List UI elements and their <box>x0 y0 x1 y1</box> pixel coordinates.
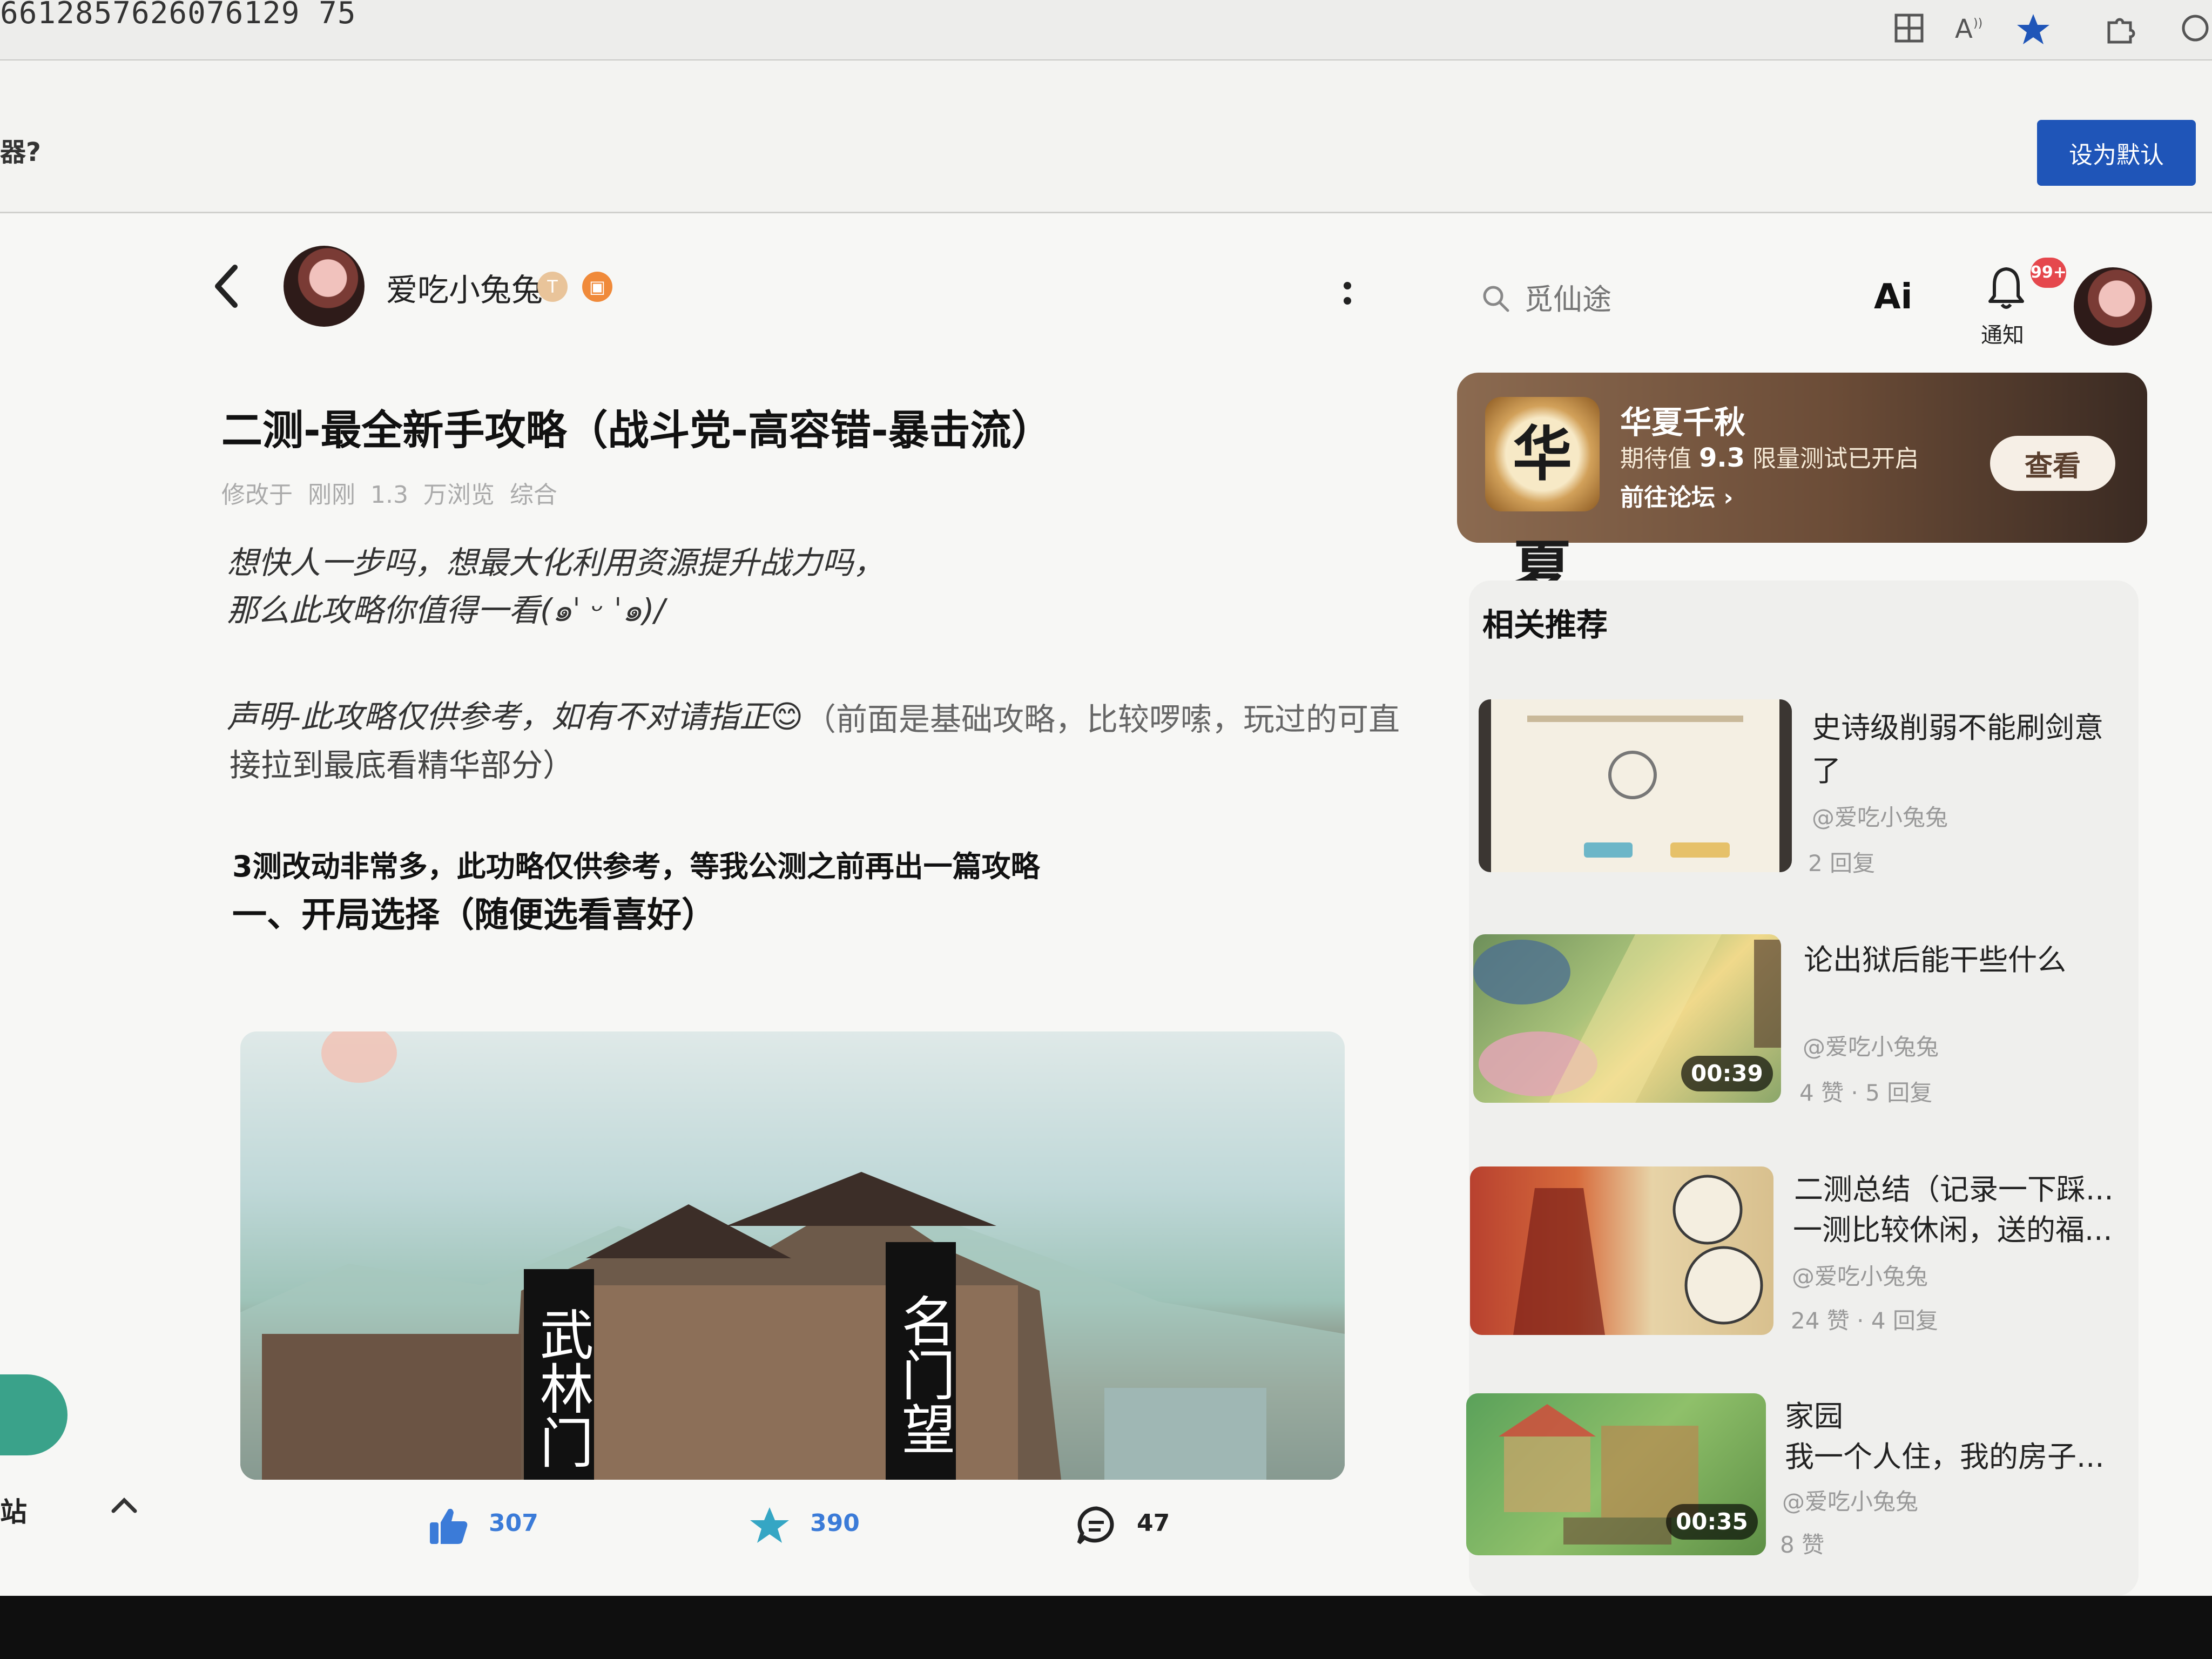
recommend-heading: 相关推荐 <box>1482 606 1608 643</box>
post-meta: 修改于 刚刚 1.3 万浏览 综合 <box>221 481 557 509</box>
floating-side-button[interactable] <box>0 1374 68 1455</box>
game-rating-label: 期待值 <box>1620 445 1691 473</box>
chevron-up-icon[interactable] <box>108 1491 140 1518</box>
side-site-label[interactable]: 站 <box>0 1491 27 1529</box>
set-default-button[interactable]: 设为默认 <box>2037 120 2196 186</box>
rec-stats: 24 赞 · 4 回复 <box>1791 1307 1938 1334</box>
game-test-status: 限量测试已开启 <box>1752 445 1919 473</box>
post-page: 爱吃小兔兔 T ▣ 二测-最全新手攻略（战斗党-高容错-暴击流） 修改于 刚刚 … <box>0 213 2212 1596</box>
rec-thumbnail[interactable]: 00:39 <box>1473 934 1781 1103</box>
statement-plain-2: 接拉到最底看精华部分） <box>230 747 575 784</box>
update-note: 3测改动非常多，此功略仅供参考，等我公测之前再出一篇攻略 <box>232 849 1040 884</box>
rec-title-line1[interactable]: 二测总结（记录一下踩... <box>1794 1169 2114 1210</box>
split-screen-icon[interactable] <box>1890 12 1928 50</box>
rec-stats: 4 赞 · 5 回复 <box>1799 1080 1933 1106</box>
address-bar[interactable]: 6612857626076129 75 A)) <box>0 0 2212 60</box>
sign-left: 武林门 <box>524 1269 594 1480</box>
rec-title-line1[interactable]: 论出狱后能干些什么 <box>1804 940 2066 981</box>
rec-author[interactable]: @爱吃小兔兔 <box>1803 1029 1939 1062</box>
default-browser-infobar: 器? 设为默认 <box>0 60 2212 213</box>
intro-line-2: 那么此攻略你值得一看(๑ˈ ᵕ ˈ๑)/ <box>227 592 665 629</box>
sign-right: 名门望 <box>886 1242 956 1480</box>
more-browser-icon[interactable] <box>2176 12 2212 50</box>
favorite-star-icon[interactable] <box>2014 12 2052 50</box>
rec-title-line1[interactable]: 家园 <box>1785 1396 1843 1437</box>
more-options-icon[interactable] <box>1339 273 1355 316</box>
game-logo[interactable]: 华夏 <box>1485 397 1600 603</box>
monitor-bezel <box>0 1596 2212 1659</box>
statement-italic: 声明-此攻略仅供参考，如有不对请指正😊 <box>227 698 804 735</box>
svg-text:A: A <box>1955 14 1973 44</box>
rec-thumbnail[interactable] <box>1479 699 1792 872</box>
rec-title-line1[interactable]: 史诗级削弱不能刷剑意 <box>1812 707 2103 748</box>
author-avatar[interactable] <box>284 246 365 327</box>
back-arrow-icon[interactable] <box>208 259 246 313</box>
comment-bubble-icon[interactable] <box>1075 1504 1118 1547</box>
read-aloud-icon[interactable]: A)) <box>1952 12 1990 50</box>
svg-text:)): )) <box>1973 17 1982 30</box>
rec-author[interactable]: @爱吃小兔兔 <box>1792 1258 1928 1291</box>
like-thumb-icon[interactable] <box>427 1504 470 1547</box>
rec-title-line2[interactable]: 了 <box>1812 751 1841 792</box>
rec-author[interactable]: @爱吃小兔兔 <box>1782 1483 1918 1516</box>
rec-title-line2[interactable]: 我一个人住，我的房子... <box>1785 1437 2105 1478</box>
level-badge-icon: T <box>537 272 568 302</box>
extensions-icon[interactable] <box>2101 12 2139 50</box>
rec-thumbnail[interactable]: 00:35 <box>1466 1393 1766 1555</box>
url-text[interactable]: 6612857626076129 75 <box>0 0 356 31</box>
infobar-question: 器? <box>0 137 41 167</box>
like-count: 307 <box>489 1509 538 1537</box>
user-avatar[interactable] <box>2074 267 2152 346</box>
search-icon[interactable] <box>1480 282 1512 315</box>
rec-stats: 2 回复 <box>1808 850 1876 876</box>
view-game-button[interactable]: 查看 <box>1990 436 2115 491</box>
favorite-star-action-icon[interactable] <box>748 1504 791 1547</box>
statement-plain: （前面是基础攻略，比较啰嗦，玩过的可直 <box>805 701 1400 738</box>
game-badge-icon: ▣ <box>582 272 612 302</box>
video-duration-badge: 00:39 <box>1681 1056 1773 1091</box>
intro-line-1: 想快人一步吗，想最大化利用资源提升战力吗， <box>227 544 885 581</box>
notification-count-badge: 99+ <box>2031 258 2067 288</box>
search-input[interactable] <box>1523 277 1849 321</box>
game-forum-link[interactable]: 前往论坛 › <box>1620 478 1733 512</box>
post-title: 二测-最全新手攻略（战斗党-高容错-暴击流） <box>221 406 1053 454</box>
section-heading-1: 一、开局选择（随便选看喜好） <box>232 895 716 935</box>
rec-author[interactable]: @爱吃小兔兔 <box>1812 799 1948 832</box>
rec-title-line2[interactable]: 一测比较休闲，送的福... <box>1793 1210 2113 1251</box>
rec-stats: 8 赞 <box>1780 1532 1825 1558</box>
favorite-count: 390 <box>810 1509 860 1537</box>
article-image[interactable]: 武林门 名门望 <box>240 1031 1345 1480</box>
author-name[interactable]: 爱吃小兔兔 <box>386 265 543 310</box>
game-rating-value: 9.3 <box>1699 443 1745 473</box>
rec-thumbnail[interactable] <box>1470 1166 1773 1335</box>
comment-count: 47 <box>1137 1509 1170 1537</box>
game-rating: 期待值 9.3 限量测试已开启 <box>1620 439 1919 474</box>
notification-bell-icon[interactable] <box>1985 265 2028 313</box>
notification-label[interactable]: 通知 <box>1981 318 2024 349</box>
video-duration-badge: 00:35 <box>1666 1504 1758 1540</box>
ai-assistant-icon[interactable]: Ai <box>1874 277 1912 317</box>
game-name[interactable]: 华夏千秋 <box>1620 397 1745 442</box>
